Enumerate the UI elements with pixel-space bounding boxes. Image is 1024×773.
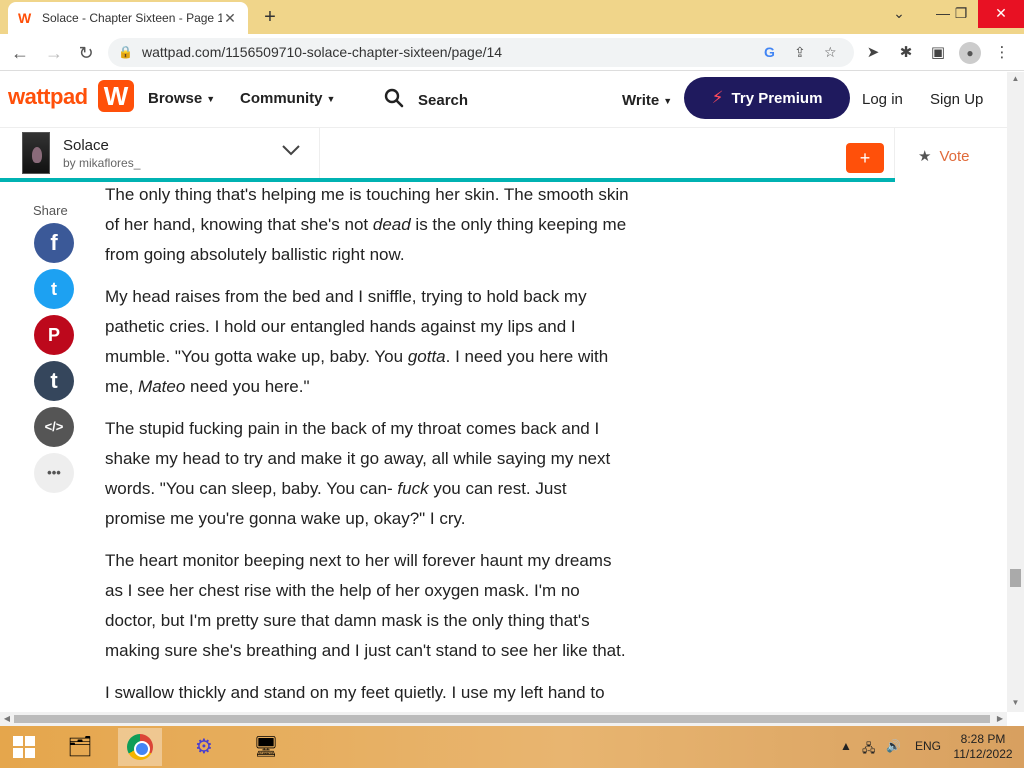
control-panel-icon[interactable]: 🖥: [244, 728, 288, 766]
clock-date: 11/12/2022: [953, 747, 1013, 761]
chrome-icon: [127, 734, 153, 760]
show-hidden-icons-icon[interactable]: ▲: [840, 739, 852, 753]
extensions-puzzle-icon[interactable]: ✱: [895, 42, 917, 64]
divider: [319, 128, 320, 180]
facebook-share-icon[interactable]: f: [34, 223, 74, 263]
reload-icon[interactable]: ↻: [74, 41, 98, 65]
file-explorer-icon[interactable]: 🗂: [58, 728, 102, 766]
story-cover-image[interactable]: [22, 132, 50, 174]
tumblr-share-icon[interactable]: t: [34, 361, 74, 401]
horizontal-scroll-thumb[interactable]: [14, 715, 990, 723]
italic-text: gotta: [407, 347, 446, 366]
caret-down-icon: ▼: [326, 94, 336, 105]
wattpad-favicon-icon: W: [18, 10, 32, 26]
lightning-bolt-icon: ⚡: [711, 88, 724, 107]
clock[interactable]: 8:28 PM 11/12/2022: [948, 732, 1018, 762]
community-label: Community: [240, 90, 323, 107]
signup-link[interactable]: Sign Up: [930, 91, 983, 108]
caret-down-icon: ▼: [663, 96, 673, 107]
address-bar[interactable]: 🔒 wattpad.com/1156509710-solace-chapter-…: [108, 38, 854, 67]
google-icon[interactable]: G: [764, 38, 775, 67]
search-icon[interactable]: [384, 88, 404, 108]
bookmark-star-icon[interactable]: ☆: [824, 38, 837, 67]
text-run: need you here.": [185, 377, 310, 396]
story-paragraph: The heart monitor beeping next to her wi…: [105, 551, 626, 660]
start-button[interactable]: [2, 728, 46, 766]
scroll-left-arrow-icon[interactable]: ◀: [0, 712, 14, 726]
scroll-up-arrow-icon[interactable]: ▲: [1007, 72, 1024, 86]
wattpad-logo-mark[interactable]: W: [98, 80, 134, 112]
tab-title: Solace - Chapter Sixteen - Page 1: [42, 11, 222, 25]
caret-down-icon: ▼: [206, 94, 216, 105]
scroll-down-arrow-icon[interactable]: ▼: [1007, 696, 1024, 710]
browser-toolbar: ← → ↻ 🔒 wattpad.com/1156509710-solace-ch…: [0, 34, 1024, 71]
browser-tab[interactable]: W Solace - Chapter Sixteen - Page 1 ✕: [8, 2, 248, 34]
browse-label: Browse: [148, 90, 203, 107]
italic-text: fuck: [397, 479, 429, 498]
vertical-scroll-thumb[interactable]: [1010, 569, 1021, 587]
side-panel-icon[interactable]: ▣: [927, 42, 949, 64]
story-paragraph: The stupid fucking pain in the back of m…: [105, 414, 630, 534]
clock-time: 8:28 PM: [960, 732, 1006, 746]
share-label: Share: [33, 203, 68, 218]
forward-icon[interactable]: →: [42, 41, 66, 65]
lock-icon[interactable]: 🔒: [118, 38, 133, 67]
browse-menu[interactable]: Browse ▼: [148, 90, 215, 107]
chrome-taskbar-button[interactable]: [118, 728, 162, 766]
language-indicator[interactable]: ENG: [915, 739, 941, 753]
horizontal-scrollbar[interactable]: ◀ ▶: [0, 712, 1007, 726]
share-page-icon[interactable]: ⇪: [794, 38, 806, 67]
add-to-library-button[interactable]: +: [846, 143, 884, 173]
write-label: Write: [622, 92, 660, 109]
vertical-scrollbar[interactable]: ▲ ▼: [1007, 72, 1024, 712]
chevron-down-icon[interactable]: [280, 142, 302, 158]
story-title[interactable]: Solace: [63, 137, 109, 154]
tab-close-icon[interactable]: ✕: [222, 10, 238, 27]
network-icon[interactable]: 🖧: [862, 739, 875, 760]
story-paragraph: My head raises from the bed and I sniffl…: [105, 282, 630, 402]
try-premium-label: Try Premium: [731, 89, 823, 107]
settings-gear-icon[interactable]: ⚙: [182, 728, 226, 766]
story-paragraph: I swallow thickly and stand on my feet q…: [105, 683, 605, 702]
story-paragraph: The only thing that's helping me is touc…: [105, 180, 630, 270]
site-header: wattpad W Browse ▼ Community ▼ Search Writ…: [0, 72, 1007, 128]
window-close-button[interactable]: ✕: [978, 0, 1024, 28]
story-text: The only thing that's helping me is touc…: [105, 180, 630, 720]
story-info-bar: Solace by mikaflores_ + ★ Vote: [0, 128, 1007, 180]
community-menu[interactable]: Community ▼: [240, 90, 335, 107]
scroll-right-arrow-icon[interactable]: ▶: [993, 712, 1007, 726]
write-menu[interactable]: Write ▼: [622, 92, 672, 109]
browser-menu-icon[interactable]: ⋮: [991, 42, 1013, 64]
divider: [894, 128, 895, 180]
windows-taskbar: 🗂 ⚙ 🖥 ▲ 🖧 🔊 ENG 8:28 PM 11/12/2022: [0, 726, 1024, 768]
italic-text: Mateo: [138, 377, 186, 396]
new-tab-button[interactable]: +: [258, 6, 282, 28]
login-link[interactable]: Log in: [862, 91, 903, 108]
story-author[interactable]: by mikaflores_: [63, 156, 140, 170]
url-text: wattpad.com/1156509710-solace-chapter-si…: [142, 44, 503, 60]
more-options-icon[interactable]: •••: [34, 453, 74, 493]
back-icon[interactable]: ←: [8, 41, 32, 65]
star-icon: ★: [918, 148, 932, 165]
twitter-share-icon[interactable]: t: [34, 269, 74, 309]
volume-icon[interactable]: 🔊: [886, 739, 901, 753]
wattpad-logo[interactable]: wattpad: [8, 84, 88, 110]
browser-tabstrip: W Solace - Chapter Sixteen - Page 1 ✕ + …: [0, 0, 1024, 34]
try-premium-button[interactable]: ⚡ Try Premium: [684, 77, 850, 119]
restore-button[interactable]: ❐: [944, 0, 978, 28]
cursor-extension-icon[interactable]: ➤: [862, 42, 884, 64]
profile-avatar-icon[interactable]: ●: [959, 42, 981, 64]
italic-text: dead: [372, 215, 411, 234]
pinterest-share-icon[interactable]: P: [34, 315, 74, 355]
tab-search-icon[interactable]: ⌄: [882, 0, 916, 28]
windows-logo-icon: [13, 736, 35, 758]
vote-label: Vote: [939, 148, 970, 165]
vote-button[interactable]: ★ Vote: [918, 147, 969, 165]
search-button[interactable]: Search: [418, 92, 468, 109]
embed-code-icon[interactable]: </>: [34, 407, 74, 447]
